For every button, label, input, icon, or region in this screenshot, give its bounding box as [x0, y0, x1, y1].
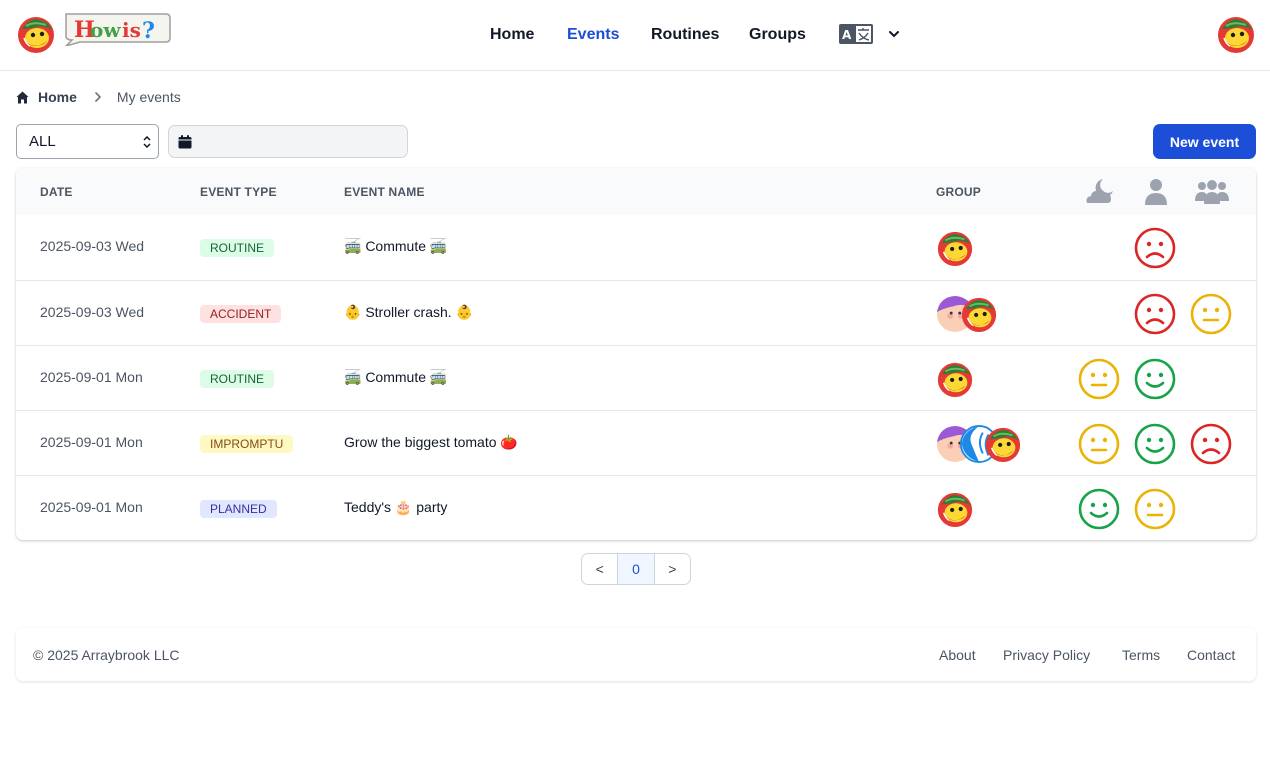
- footer-link-contact[interactable]: Contact: [1187, 647, 1235, 663]
- sad-face-icon: [1134, 293, 1176, 335]
- group-member-avatar: [936, 229, 974, 267]
- table-header: DATE EVENT TYPE EVENT NAME GROUP: [16, 168, 1256, 215]
- footer: © 2025 Arraybrook LLC About Privacy Poli…: [16, 628, 1256, 681]
- svg-text:?: ?: [142, 18, 155, 44]
- events-table: DATE EVENT TYPE EVENT NAME GROUP 2025-09…: [16, 168, 1256, 540]
- calendar-icon: [178, 135, 192, 149]
- event-type-badge: ACCIDENT: [200, 305, 282, 323]
- chevron-right-icon: [95, 92, 102, 102]
- next-page-button[interactable]: >: [655, 554, 690, 584]
- table-row[interactable]: 2025-09-03 Wed ROUTINE 🚎 Commute 🚎: [16, 215, 1256, 280]
- event-date: 2025-09-01 Mon: [40, 369, 143, 385]
- group-member-avatar: [960, 295, 998, 333]
- event-date: 2025-09-01 Mon: [40, 499, 143, 515]
- event-type-badge: IMPROMPTU: [200, 435, 294, 453]
- sad-face-icon: [1134, 227, 1176, 269]
- translate-icon: A: [839, 24, 873, 44]
- people-icon: [1195, 180, 1229, 204]
- event-name-link[interactable]: 👶 Stroller crash. 👶: [344, 304, 473, 321]
- neutral-face-icon: [1078, 358, 1120, 400]
- event-name-link[interactable]: Grow the biggest tomato 🍅: [344, 434, 518, 451]
- svg-text:ow: ow: [90, 18, 121, 42]
- breadcrumb-current: My events: [116, 89, 181, 105]
- table-row[interactable]: 2025-09-03 Wed ACCIDENT 👶 Stroller crash. …: [16, 280, 1256, 345]
- current-page-button[interactable]: 0: [618, 554, 655, 584]
- nav-home[interactable]: Home: [490, 0, 534, 70]
- column-header-group: GROUP: [936, 185, 982, 199]
- person-icon: [1145, 179, 1167, 205]
- user-avatar[interactable]: [1216, 14, 1256, 54]
- top-navbar: H ow is ? Home Events Routines Groups A: [0, 0, 1270, 71]
- footer-link-terms[interactable]: Terms: [1122, 647, 1160, 663]
- breadcrumb: Home My events: [16, 88, 181, 106]
- event-name-link[interactable]: 🚎 Commute 🚎: [344, 238, 447, 255]
- new-event-button[interactable]: New event: [1153, 124, 1256, 159]
- language-selector[interactable]: A: [838, 22, 900, 46]
- column-header-event-type: EVENT TYPE: [200, 185, 277, 199]
- svg-text:A: A: [842, 28, 852, 42]
- table-row[interactable]: 2025-09-01 Mon PLANNED Teddy's 🎂 party: [16, 475, 1256, 540]
- event-type-badge: PLANNED: [200, 500, 277, 518]
- nav-routines[interactable]: Routines: [651, 0, 719, 70]
- column-header-event-name: EVENT NAME: [344, 185, 425, 199]
- group-member-avatar: [984, 425, 1022, 463]
- column-header-date: DATE: [40, 185, 73, 199]
- event-date: 2025-09-03 Wed: [40, 238, 145, 254]
- chevron-down-icon: [889, 31, 899, 38]
- group-member-avatar: [936, 490, 974, 528]
- neutral-face-icon: [1190, 293, 1232, 335]
- copyright-text: © 2025 Arraybrook LLC: [33, 647, 180, 663]
- event-date: 2025-09-03 Wed: [40, 304, 145, 320]
- svg-text:is: is: [122, 18, 141, 42]
- nav-events[interactable]: Events: [567, 0, 619, 70]
- event-type-select-value: ALL: [29, 133, 56, 150]
- table-row[interactable]: 2025-09-01 Mon IMPROMPTU Grow the biggest …: [16, 410, 1256, 475]
- event-name-link[interactable]: 🚎 Commute 🚎: [344, 369, 447, 386]
- happy-face-icon: [1134, 358, 1176, 400]
- happy-face-icon: [1078, 488, 1120, 530]
- tomato-logo-icon[interactable]: [16, 14, 56, 54]
- date-filter-input[interactable]: [168, 125, 408, 158]
- sad-face-icon: [1190, 423, 1232, 465]
- table-row[interactable]: 2025-09-01 Mon ROUTINE 🚎 Commute 🚎: [16, 345, 1256, 410]
- footer-link-about[interactable]: About: [939, 647, 976, 663]
- event-name-link[interactable]: Teddy's 🎂 party: [344, 499, 447, 516]
- group-member-avatar: [936, 360, 974, 398]
- neutral-face-icon: [1078, 423, 1120, 465]
- neutral-face-icon: [1134, 488, 1176, 530]
- footer-link-privacy-policy[interactable]: Privacy Policy: [1003, 647, 1090, 663]
- previous-page-button[interactable]: <: [582, 554, 619, 584]
- event-type-badge: ROUTINE: [200, 239, 274, 257]
- breadcrumb-home-link[interactable]: Home: [38, 89, 77, 105]
- nav-groups[interactable]: Groups: [749, 0, 806, 70]
- event-type-select[interactable]: ALL: [16, 124, 159, 159]
- happy-face-icon: [1134, 423, 1176, 465]
- home-icon[interactable]: [16, 91, 29, 104]
- pagination: < 0 >: [581, 553, 691, 585]
- how-is-logo[interactable]: H ow is ?: [60, 12, 172, 46]
- select-arrows-icon: [143, 136, 151, 148]
- event-type-badge: ROUTINE: [200, 370, 274, 388]
- moon-cloud-icon: [1086, 179, 1113, 203]
- event-date: 2025-09-01 Mon: [40, 434, 143, 450]
